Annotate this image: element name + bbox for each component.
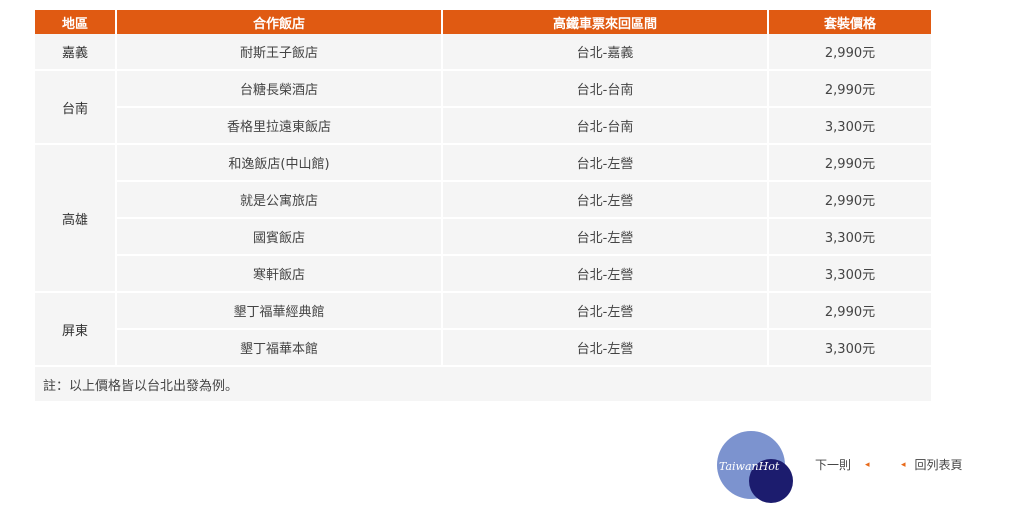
price-cell: 2,990元 xyxy=(768,144,931,182)
header-route: 高鐵車票來回區間 xyxy=(442,10,769,34)
hotel-cell: 台糖長榮酒店 xyxy=(116,70,443,108)
price-cell: 3,300元 xyxy=(768,255,931,293)
price-cell: 2,990元 xyxy=(768,292,931,330)
region-cell: 高雄 xyxy=(35,144,117,293)
route-cell: 台北-左營 xyxy=(442,255,769,293)
logo-text: TaiwanHot xyxy=(719,460,780,473)
price-note: 註：以上價格皆以台北出發為例。 xyxy=(35,366,931,401)
route-cell: 台北-台南 xyxy=(442,107,769,145)
arrow-left-icon: ◂ xyxy=(865,459,870,470)
hotel-cell: 國賓飯店 xyxy=(116,218,443,256)
hotel-cell: 就是公寓旅店 xyxy=(116,181,443,219)
table-row: 就是公寓旅店 台北-左營 2,990元 xyxy=(35,181,931,219)
hotel-cell: 墾丁福華本館 xyxy=(116,329,443,367)
taiwanhot-logo: TaiwanHot xyxy=(717,431,795,503)
route-cell: 台北-台南 xyxy=(442,70,769,108)
back-to-list-label: 回列表頁 xyxy=(914,458,963,472)
route-cell: 台北-嘉義 xyxy=(442,34,769,71)
price-cell: 2,990元 xyxy=(768,34,931,71)
region-cell: 屏東 xyxy=(35,292,117,367)
route-cell: 台北-左營 xyxy=(442,144,769,182)
route-cell: 台北-左營 xyxy=(442,329,769,367)
table-row: 香格里拉遠東飯店 台北-台南 3,300元 xyxy=(35,107,931,145)
route-cell: 台北-左營 xyxy=(442,292,769,330)
hotel-cell: 香格里拉遠東飯店 xyxy=(116,107,443,145)
table-row: 台南 台糖長榮酒店 台北-台南 2,990元 xyxy=(35,70,931,145)
back-to-list-link[interactable]: ◂ 回列表頁 xyxy=(901,456,963,473)
price-cell: 3,300元 xyxy=(768,107,931,145)
table-header-row: 地區 合作飯店 高鐵車票來回區間 套裝價格 xyxy=(35,10,931,34)
table-row: 屏東 墾丁福華經典館 台北-左營 2,990元 xyxy=(35,292,931,367)
hotel-cell: 耐斯王子飯店 xyxy=(116,34,443,71)
region-cell: 台南 xyxy=(35,70,117,145)
hotel-cell: 和逸飯店(中山館) xyxy=(116,144,443,182)
table-row: 國賓飯店 台北-左營 3,300元 xyxy=(35,218,931,256)
hotel-package-table: 地區 合作飯店 高鐵車票來回區間 套裝價格 嘉義 耐斯王子飯店 台北-嘉義 2,990… xyxy=(35,10,931,401)
table-row: 寒軒飯店 台北-左營 3,300元 xyxy=(35,255,931,293)
header-hotel: 合作飯店 xyxy=(116,10,443,34)
table-body: 嘉義 耐斯王子飯店 台北-嘉義 2,990元 台南 台糖長榮酒店 台北-台南 2,990元 香格… xyxy=(35,34,931,401)
next-article-label: 下一則 xyxy=(815,458,852,472)
hotel-cell: 寒軒飯店 xyxy=(116,255,443,293)
region-cell: 嘉義 xyxy=(35,34,117,71)
note-row: 註：以上價格皆以台北出發為例。 xyxy=(35,366,931,401)
route-cell: 台北-左營 xyxy=(442,181,769,219)
table-row: 墾丁福華本館 台北-左營 3,300元 xyxy=(35,329,931,367)
header-price: 套裝價格 xyxy=(768,10,931,34)
price-cell: 2,990元 xyxy=(768,181,931,219)
price-cell: 3,300元 xyxy=(768,329,931,367)
route-cell: 台北-左營 xyxy=(442,218,769,256)
arrow-left-icon: ◂ xyxy=(901,459,906,470)
header-region: 地區 xyxy=(35,10,117,34)
hotel-cell: 墾丁福華經典館 xyxy=(116,292,443,330)
next-article-link[interactable]: 下一則 ◂ xyxy=(815,456,870,473)
table-row: 嘉義 耐斯王子飯店 台北-嘉義 2,990元 xyxy=(35,34,931,71)
table-row: 高雄 和逸飯店(中山館) 台北-左營 2,990元 xyxy=(35,144,931,293)
price-cell: 2,990元 xyxy=(768,70,931,108)
price-cell: 3,300元 xyxy=(768,218,931,256)
